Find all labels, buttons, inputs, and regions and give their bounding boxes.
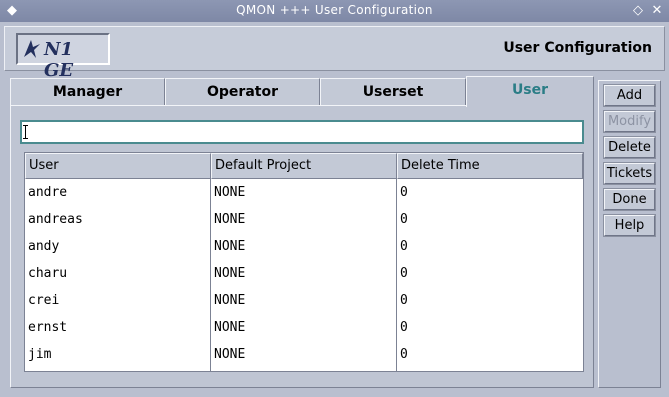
cell-delete-time: 0 (400, 266, 408, 281)
cell-user: ernst (28, 320, 68, 335)
user-name-input[interactable] (20, 120, 584, 144)
add-button[interactable]: Add (603, 84, 656, 107)
table-row[interactable]: ernst NONE 0 (25, 314, 583, 341)
cell-user: jim (28, 347, 52, 362)
minimize-icon[interactable]: ◇ (630, 3, 646, 19)
n1ge-logo: N1 GE (16, 33, 110, 81)
cell-delete-time: 0 (400, 347, 408, 362)
title-bar[interactable]: ◆ QMON +++ User Configuration ◇ ✕ (0, 0, 669, 22)
cell-delete-time: 0 (400, 293, 408, 308)
cell-default-project: NONE (214, 185, 246, 200)
delete-button[interactable]: Delete (603, 136, 656, 159)
tab-manager[interactable]: Manager (10, 78, 165, 106)
cell-default-project: NONE (214, 266, 246, 281)
config-panel: Manager Operator Userset User User Defau… (10, 76, 594, 388)
page-title: User Configuration (503, 40, 652, 56)
column-header-delete-time[interactable]: Delete Time (397, 153, 583, 179)
cell-user: charu (28, 266, 68, 281)
cell-default-project: NONE (214, 239, 246, 254)
cell-default-project: NONE (214, 320, 246, 335)
cell-default-project: NONE (214, 347, 246, 362)
cell-delete-time: 0 (400, 320, 408, 335)
table-row[interactable]: andre NONE 0 (25, 179, 583, 206)
column-header-user[interactable]: User (25, 153, 211, 179)
table-row[interactable]: andy NONE 0 (25, 233, 583, 260)
logo-text: N1 GE (44, 39, 74, 81)
bird-logo-icon (24, 40, 40, 58)
close-icon[interactable]: ✕ (649, 3, 665, 19)
tab-userset[interactable]: Userset (320, 78, 466, 106)
tab-user[interactable]: User (466, 76, 594, 107)
cell-user: andreas (28, 212, 83, 227)
table-row[interactable]: crei NONE 0 (25, 287, 583, 314)
done-button[interactable]: Done (603, 188, 656, 211)
header-bar: N1 GE User Configuration (4, 26, 665, 81)
help-button[interactable]: Help (603, 214, 656, 237)
table-row[interactable]: charu NONE 0 (25, 260, 583, 287)
cell-default-project: NONE (214, 212, 246, 227)
cell-delete-time: 0 (400, 185, 408, 200)
cell-delete-time: 0 (400, 239, 408, 254)
window-title: QMON +++ User Configuration (236, 3, 433, 17)
user-table[interactable]: User Default Project Delete Time andre N… (24, 152, 584, 372)
modify-button[interactable]: Modify (603, 110, 656, 133)
cell-default-project: NONE (214, 293, 246, 308)
table-row[interactable]: andreas NONE 0 (25, 206, 583, 233)
qmon-window: ◆ QMON +++ User Configuration ◇ ✕ N1 GE … (0, 0, 669, 397)
table-row[interactable]: jim NONE 0 (25, 341, 583, 368)
text-cursor-icon (23, 125, 28, 139)
action-button-panel: Add Modify Delete Tickets Done Help (598, 80, 661, 388)
tab-bar: Manager Operator Userset User (10, 76, 594, 107)
cell-user: andre (28, 185, 68, 200)
tab-operator[interactable]: Operator (165, 78, 320, 106)
tickets-button[interactable]: Tickets (603, 162, 656, 185)
cell-user: andy (28, 239, 60, 254)
cell-delete-time: 0 (400, 212, 408, 227)
column-header-default-project[interactable]: Default Project (211, 153, 397, 179)
cell-user: crei (28, 293, 60, 308)
tab-content: User Default Project Delete Time andre N… (10, 105, 594, 388)
